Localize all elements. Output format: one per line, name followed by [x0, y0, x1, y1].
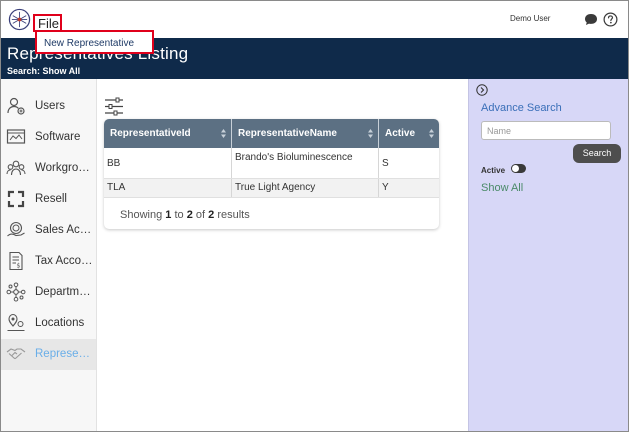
sidebar-item-label: Sales Accounts: [35, 224, 93, 236]
table-row[interactable]: BB Brando's Bioluminescence S: [104, 148, 439, 179]
sidebar-item-tax-accounts[interactable]: $ Tax Accounts: [1, 246, 96, 277]
sidebar-item-label: Resell: [35, 193, 67, 205]
results-of-word: of: [195, 209, 206, 221]
cell-active: Y: [382, 182, 389, 193]
svg-text:$: $: [17, 263, 21, 270]
advance-search-panel: Advance Search Search Active Show All: [468, 79, 628, 431]
sidebar-item-resell[interactable]: Resell: [1, 184, 96, 215]
sidebar-item-departments[interactable]: Departments: [1, 277, 96, 308]
app-window: File Demo User Representatives Listing S…: [0, 0, 629, 432]
sidebar: Users Software Workgroups Resell Sales A…: [1, 79, 97, 431]
tax-accounts-icon: $: [9, 251, 23, 271]
toggle-knob: [512, 165, 519, 172]
cell-representative-name: Brando's Bioluminescence: [232, 148, 379, 178]
workgroups-icon: [6, 160, 26, 176]
representatives-icon: [6, 348, 26, 359]
sidebar-item-label: Tax Accounts: [35, 255, 93, 267]
cell-representative-id: TLA: [104, 179, 232, 197]
table-row[interactable]: TLA True Light Agency Y: [104, 179, 439, 198]
column-header-representative-name[interactable]: RepresentativeName: [232, 119, 379, 148]
sidebar-item-users[interactable]: Users: [1, 91, 96, 122]
representatives-table: RepresentativeId RepresentativeName Acti…: [104, 119, 439, 229]
advance-search-title: Advance Search: [481, 102, 562, 114]
sidebar-item-label: Software: [35, 131, 81, 143]
show-all-link[interactable]: Show All: [481, 182, 523, 194]
column-header-active[interactable]: Active: [379, 119, 439, 148]
column-header-label: RepresentativeId: [110, 128, 191, 139]
results-suffix: results: [217, 209, 250, 221]
menu-item-new-representative[interactable]: New Representative: [44, 38, 134, 49]
filter-settings-icon[interactable]: [104, 97, 124, 116]
users-icon: [7, 97, 25, 115]
file-dropdown-menu: New Representative: [35, 30, 154, 54]
search-summary: Search: Show All: [7, 66, 81, 76]
resell-icon: [7, 190, 25, 208]
sidebar-item-software[interactable]: Software: [1, 122, 96, 153]
sales-accounts-icon: [7, 221, 25, 237]
sidebar-item-label: Representatives: [35, 348, 93, 360]
results-from: 1: [165, 209, 172, 221]
app-logo[interactable]: [8, 8, 31, 31]
table-header: RepresentativeId RepresentativeName Acti…: [104, 119, 439, 148]
active-toggle[interactable]: [511, 164, 526, 173]
column-header-label: RepresentativeName: [238, 128, 337, 139]
sidebar-item-label: Users: [35, 100, 66, 112]
search-button[interactable]: Search: [573, 144, 621, 163]
cell-representative-id: BB: [104, 148, 232, 178]
user-name[interactable]: Demo User: [510, 14, 550, 23]
sort-icon: [429, 129, 434, 138]
chevron-right-circle-icon[interactable]: [476, 84, 488, 96]
software-icon: [6, 129, 26, 144]
sidebar-item-locations[interactable]: Locations: [1, 308, 96, 339]
sidebar-item-representatives[interactable]: Representatives: [1, 339, 96, 370]
active-label: Active: [481, 166, 506, 175]
sidebar-item-label: Workgroups: [35, 162, 93, 174]
help-icon[interactable]: [603, 12, 618, 27]
column-header-label: Active: [385, 128, 416, 139]
cell-representative-name: True Light Agency: [232, 179, 379, 197]
sidebar-item-label: Locations: [35, 317, 85, 329]
results-total: 2: [208, 209, 215, 221]
results-to-word: to: [174, 209, 184, 221]
sidebar-item-workgroups[interactable]: Workgroups: [1, 153, 96, 184]
column-header-representative-id[interactable]: RepresentativeId: [104, 119, 232, 148]
sidebar-item-label: Departments: [35, 286, 93, 298]
results-to: 2: [186, 209, 193, 221]
sort-icon: [368, 129, 373, 138]
results-summary: Showing 1 to 2 of 2 results: [120, 209, 250, 221]
sidebar-item-sales-accounts[interactable]: Sales Accounts: [1, 215, 96, 246]
chat-icon[interactable]: [584, 13, 598, 26]
results-prefix: Showing: [120, 209, 163, 221]
sort-icon: [221, 129, 226, 138]
departments-icon: [6, 282, 26, 302]
name-search-input[interactable]: [481, 121, 611, 140]
cell-active: S: [382, 158, 389, 169]
locations-icon: [7, 313, 25, 332]
